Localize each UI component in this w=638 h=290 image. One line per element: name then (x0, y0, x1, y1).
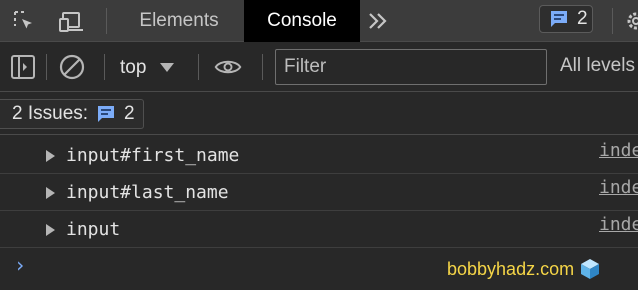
inspect-element-icon[interactable] (10, 7, 38, 35)
message-text[interactable]: input#last_name (66, 182, 229, 203)
toolbar-divider (612, 8, 613, 34)
sidebar-toggle-icon[interactable] (9, 53, 37, 81)
source-link[interactable]: index (599, 177, 638, 198)
tab-console-label: Console (267, 10, 337, 31)
message-text[interactable]: input (66, 219, 120, 240)
toolbar-divider (104, 54, 105, 80)
toolbar-divider (46, 54, 47, 80)
tab-elements[interactable]: Elements (116, 0, 242, 42)
clear-console-icon[interactable] (58, 53, 86, 81)
console-prompt-chevron-icon[interactable]: › (14, 253, 26, 277)
toolbar-divider (198, 54, 199, 80)
device-toolbar-icon[interactable] (58, 7, 86, 35)
source-link[interactable]: index (599, 140, 638, 161)
issues-button[interactable]: 2 Issues: 2 (0, 99, 144, 129)
dropdown-arrow-icon (160, 63, 175, 72)
tab-elements-label: Elements (139, 10, 219, 31)
log-levels-dropdown[interactable]: All levels (560, 55, 635, 77)
watermark-text: bobbyhadz.com (447, 258, 575, 279)
context-label: top (120, 57, 147, 78)
devtools-tabbar: Elements Console 2 (0, 0, 638, 42)
context-selector[interactable]: top (120, 55, 175, 81)
issues-count: 2 (124, 103, 135, 124)
more-tabs-chevron-icon[interactable] (364, 7, 392, 35)
watermark: bobbyhadz.com (447, 257, 602, 281)
settings-gear-icon[interactable] (622, 7, 638, 35)
issues-badge-count: 2 (577, 8, 588, 29)
issues-badge-button[interactable]: 2 (539, 5, 593, 33)
message-icon (98, 106, 115, 122)
expand-triangle-icon[interactable] (46, 224, 55, 236)
filter-input[interactable] (275, 49, 547, 85)
issues-label: 2 Issues: (12, 103, 89, 124)
message-icon (551, 11, 567, 27)
live-expression-eye-icon[interactable] (214, 53, 242, 81)
console-message: input#last_name index (0, 174, 638, 211)
expand-triangle-icon[interactable] (46, 187, 55, 199)
toolbar-divider (106, 8, 107, 34)
message-text[interactable]: input#first_name (66, 145, 239, 166)
console-message: input index (0, 211, 638, 248)
cube-icon (581, 259, 600, 279)
tab-console[interactable]: Console (244, 0, 360, 42)
toolbar-divider (262, 54, 263, 80)
console-toolbar: top All levels (0, 43, 638, 92)
expand-triangle-icon[interactable] (46, 150, 55, 162)
console-message: input#first_name index (0, 137, 638, 174)
issues-bar: 2 Issues: 2 (0, 93, 638, 135)
source-link[interactable]: index (599, 214, 638, 235)
